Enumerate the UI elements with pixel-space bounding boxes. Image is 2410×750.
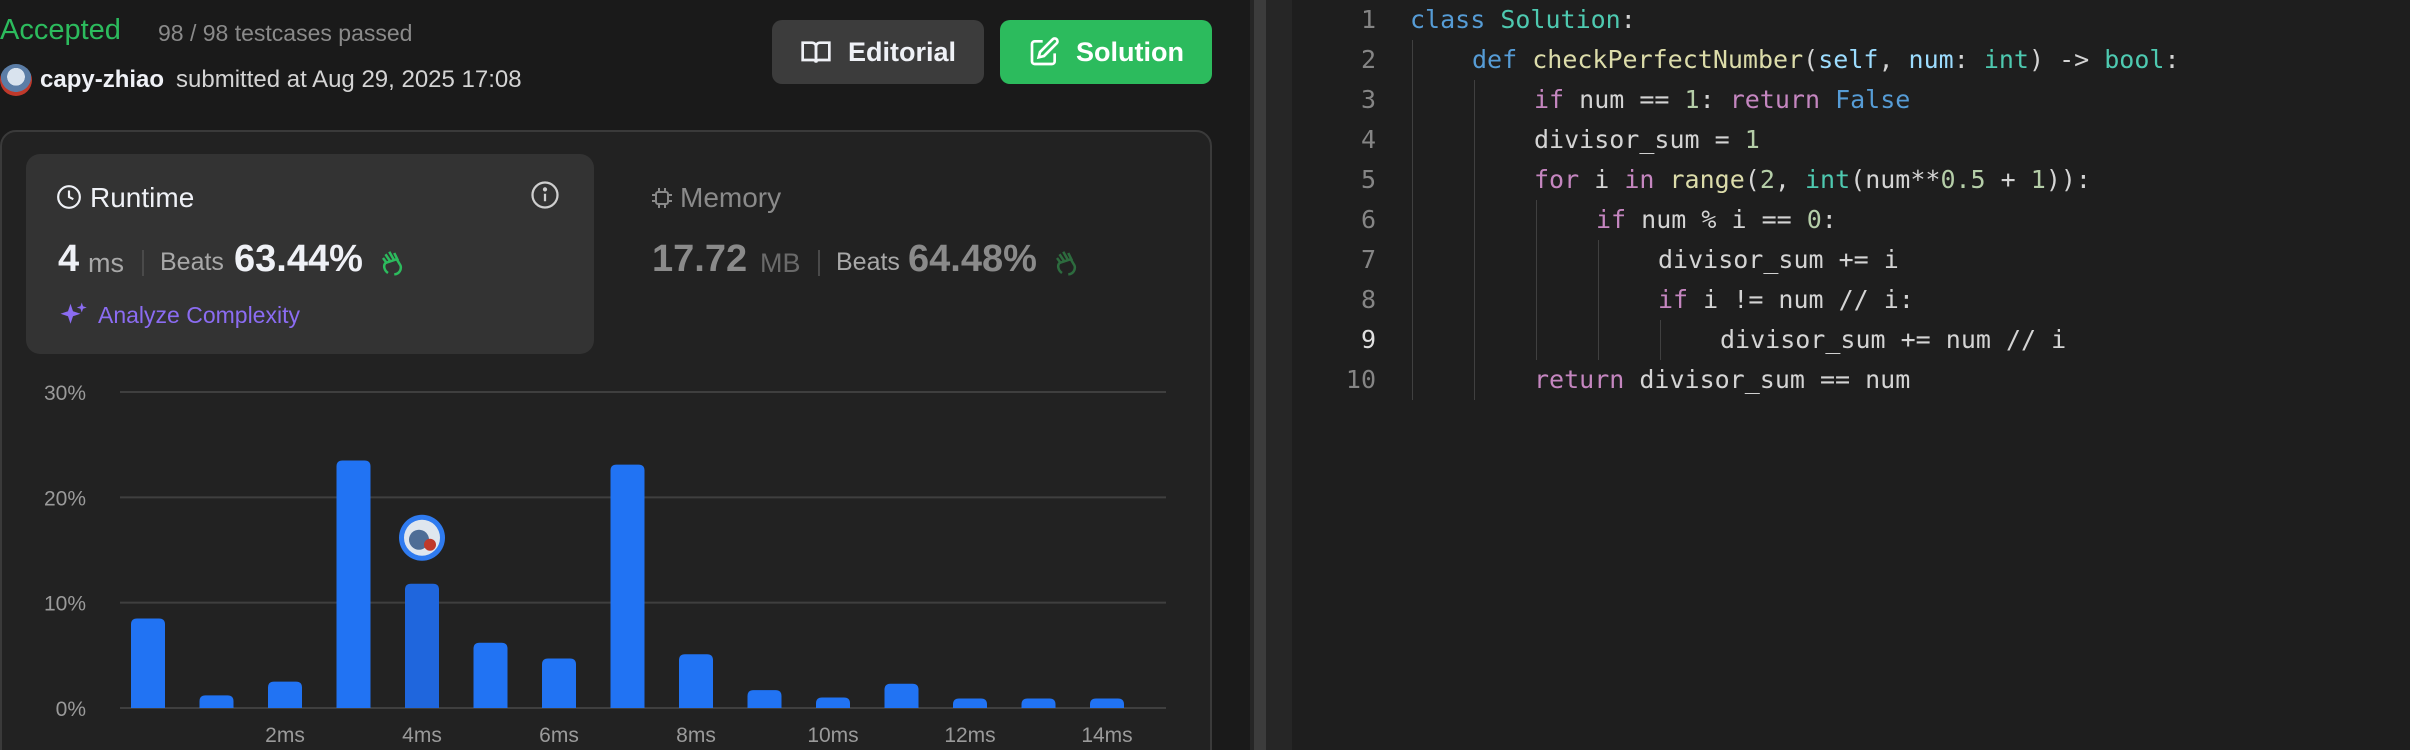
x-tick-label: 8ms bbox=[676, 724, 716, 747]
code-text: if num % i == 0: bbox=[1596, 205, 1837, 234]
chart-bar[interactable] bbox=[1090, 698, 1124, 708]
code-text: return divisor_sum == num bbox=[1534, 365, 1911, 394]
chart-bar[interactable] bbox=[679, 654, 713, 708]
x-tick-label: 14ms bbox=[1081, 724, 1132, 747]
memory-unit: MB bbox=[760, 248, 801, 278]
y-tick-label: 20% bbox=[44, 487, 86, 510]
line-number: 9 bbox=[1360, 325, 1376, 354]
chart-bar[interactable] bbox=[542, 658, 576, 708]
code-line[interactable]: 1 class Solution: bbox=[1292, 0, 2410, 40]
code-text: class Solution: bbox=[1410, 5, 1636, 34]
line-number: 10 bbox=[1345, 365, 1376, 394]
code-line[interactable]: 3 if num == 1: return False bbox=[1292, 80, 2410, 120]
line-number: 2 bbox=[1360, 45, 1376, 74]
code-line[interactable]: 8 if i != num // i: bbox=[1292, 280, 2410, 320]
panel-resizer[interactable] bbox=[1250, 0, 1292, 750]
memory-title: Memory bbox=[680, 182, 782, 213]
solution-label: Solution bbox=[1076, 36, 1184, 67]
x-tick-label: 12ms bbox=[944, 724, 995, 747]
y-tick-label: 30% bbox=[44, 382, 86, 405]
avatar-detail bbox=[424, 538, 436, 551]
code-line[interactable]: 7 divisor_sum += i bbox=[1292, 240, 2410, 280]
divider bbox=[818, 250, 820, 276]
code-line[interactable]: 5 for i in range(2, int(num**0.5 + 1)): bbox=[1292, 160, 2410, 200]
chart-bar[interactable] bbox=[473, 642, 508, 708]
info-icon[interactable] bbox=[530, 180, 560, 210]
editorial-label: Editorial bbox=[847, 36, 956, 67]
sparkle-icon bbox=[60, 302, 87, 324]
chart-bar[interactable] bbox=[199, 695, 234, 708]
runtime-title: Runtime bbox=[90, 182, 195, 213]
code-text: if i != num // i: bbox=[1658, 285, 1914, 314]
code-text: divisor_sum += num // i bbox=[1720, 325, 2067, 354]
runtime-distribution-chart: 30% 20% 10% 0% 2ms 4ms 6ms 8ms 10ms 12ms 14ms bbox=[44, 382, 1166, 747]
memory-value: 17.72 bbox=[652, 238, 748, 280]
code-text: for i in range(2, int(num**0.5 + 1)): bbox=[1534, 165, 2091, 194]
clock-icon bbox=[57, 185, 81, 209]
code-line[interactable]: 2 def checkPerfectNumber(self, num: int)… bbox=[1292, 40, 2410, 80]
avatar[interactable] bbox=[0, 64, 32, 96]
edit-icon bbox=[1030, 37, 1059, 66]
book-icon bbox=[801, 41, 831, 63]
chart-bar[interactable] bbox=[953, 698, 987, 708]
line-number: 4 bbox=[1360, 125, 1376, 154]
code-text: if num == 1: return False bbox=[1534, 85, 1911, 114]
chart-bar[interactable] bbox=[816, 697, 850, 708]
status-label: Accepted bbox=[0, 14, 121, 46]
x-tick-label: 2ms bbox=[265, 724, 305, 747]
code-text: divisor_sum = 1 bbox=[1534, 125, 1760, 154]
chart-bar[interactable] bbox=[131, 618, 165, 708]
line-number: 7 bbox=[1360, 245, 1376, 274]
chart-bar[interactable] bbox=[336, 460, 371, 708]
line-number: 3 bbox=[1360, 85, 1376, 114]
chip-icon bbox=[652, 188, 672, 208]
code-text: def checkPerfectNumber(self, num: int) -… bbox=[1472, 45, 2180, 74]
submitted-time: submitted at Aug 29, 2025 17:08 bbox=[176, 66, 522, 93]
resizer-handle[interactable] bbox=[1254, 0, 1266, 750]
editorial-button[interactable]: Editorial bbox=[772, 20, 984, 84]
chart-bar[interactable] bbox=[610, 464, 645, 708]
code-line[interactable]: 6 if num % i == 0: bbox=[1292, 200, 2410, 240]
divider bbox=[142, 250, 144, 276]
runtime-unit: ms bbox=[88, 248, 124, 278]
y-tick-label: 10% bbox=[44, 593, 86, 616]
line-number: 8 bbox=[1360, 285, 1376, 314]
memory-beats-label: Beats bbox=[836, 248, 900, 276]
x-tick-label: 4ms bbox=[402, 724, 442, 747]
code-line-active[interactable]: 9 divisor_sum += num // i bbox=[1292, 320, 2410, 360]
solution-button[interactable]: Solution bbox=[1000, 20, 1212, 84]
code-editor[interactable]: 1 class Solution: 2 def checkPerfectNumb… bbox=[1292, 0, 2410, 750]
code-line[interactable]: 10 return divisor_sum == num bbox=[1292, 360, 2410, 400]
runtime-beats-label: Beats bbox=[160, 248, 224, 276]
submission-panel: Accepted 98 / 98 testcases passed capy-z… bbox=[0, 0, 1250, 750]
runtime-beats-percent: 63.44% bbox=[234, 238, 363, 280]
line-number: 5 bbox=[1360, 165, 1376, 194]
chart-bar[interactable] bbox=[884, 683, 919, 708]
clap-icon bbox=[382, 251, 403, 276]
code-text: divisor_sum += i bbox=[1658, 245, 1899, 274]
runtime-value: 4 bbox=[58, 238, 80, 280]
memory-beats-percent: 64.48% bbox=[908, 238, 1037, 280]
chart-bar[interactable] bbox=[405, 583, 439, 708]
chart-bar[interactable] bbox=[747, 690, 782, 708]
code-line[interactable]: 4 divisor_sum = 1 bbox=[1292, 120, 2410, 160]
line-number: 1 bbox=[1360, 5, 1376, 34]
chart-bar[interactable] bbox=[1021, 698, 1056, 708]
line-number: 6 bbox=[1360, 205, 1376, 234]
submitter-name[interactable]: capy-zhiao bbox=[40, 66, 164, 94]
clap-icon bbox=[1056, 251, 1077, 276]
chart-bar[interactable] bbox=[268, 681, 302, 708]
x-tick-label: 6ms bbox=[539, 724, 579, 747]
analyze-complexity-link[interactable]: Analyze Complexity bbox=[98, 302, 300, 329]
x-tick-label: 10ms bbox=[807, 724, 858, 747]
testcases-summary: 98 / 98 testcases passed bbox=[158, 20, 413, 46]
y-tick-label: 0% bbox=[56, 698, 86, 721]
